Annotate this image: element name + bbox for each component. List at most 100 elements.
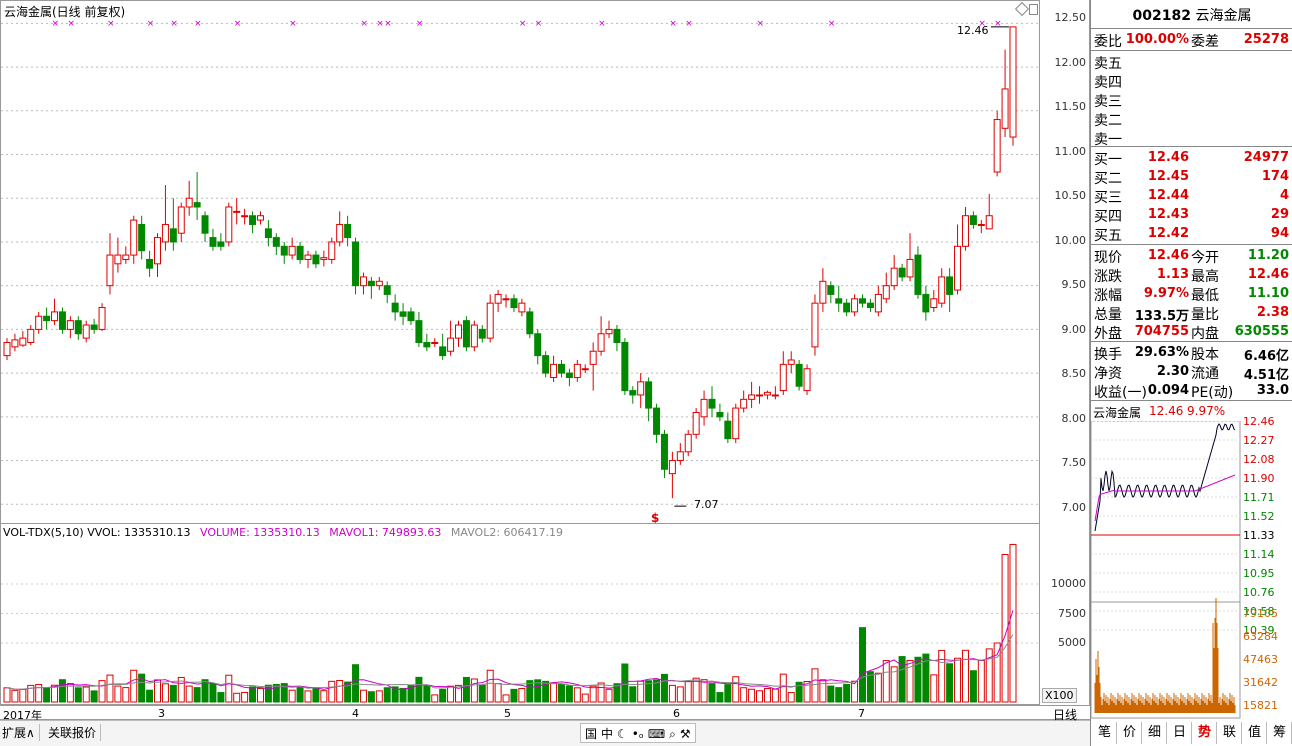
volume-chart[interactable]: VOL-TDX(5,10) VVOL: 1335310.13 VOLUME: 1…: [0, 523, 1040, 705]
candle: [565, 368, 573, 387]
candle: [375, 276, 383, 291]
candle: [977, 220, 985, 234]
candle: [597, 316, 605, 356]
moon-icon[interactable]: ☾: [617, 724, 628, 742]
signal-x-mark: ×: [194, 19, 202, 29]
bid-volume: 4: [1279, 188, 1289, 203]
side-tab-2[interactable]: 细: [1143, 722, 1167, 744]
candle: [51, 298, 59, 326]
volume-bar: [993, 642, 1001, 703]
period-label[interactable]: 日线: [1040, 705, 1090, 722]
volume-bar: [43, 687, 51, 703]
candle: [621, 338, 629, 395]
candle: [645, 377, 653, 422]
candle: [3, 338, 11, 360]
side-tab-1[interactable]: 价: [1118, 722, 1142, 744]
info-row: 净资 2.30 流通 4.51亿: [1091, 362, 1292, 383]
expand-button[interactable]: 扩展∧: [2, 724, 40, 741]
volume-bar: [423, 685, 431, 703]
candle: [82, 320, 90, 343]
candle: [130, 215, 138, 264]
candle: [692, 408, 700, 439]
volume-bars-svg: [1, 543, 1039, 703]
volume-bar: [312, 687, 320, 703]
candle: [732, 403, 740, 444]
side-tab-6[interactable]: 值: [1243, 722, 1267, 744]
candle: [771, 386, 779, 400]
candle: [803, 364, 811, 395]
volume-bar: [573, 687, 581, 703]
volume-bar: [629, 686, 637, 703]
candle: [629, 386, 637, 404]
volume-bar: [930, 674, 938, 703]
zhong-tool-icon[interactable]: 中: [601, 724, 613, 742]
vol-unit-button[interactable]: X100: [1042, 688, 1077, 703]
mini-intraday-chart[interactable]: [1091, 421, 1241, 719]
side-tab-4[interactable]: 势: [1193, 722, 1217, 744]
candle: [470, 320, 478, 352]
volume-bar: [447, 685, 455, 703]
side-tab-3[interactable]: 日: [1168, 722, 1192, 744]
bid-label: 买二: [1094, 171, 1122, 187]
stat-value: 11.10: [1247, 286, 1289, 301]
mini-vol-tick: 63284: [1243, 630, 1278, 643]
candle: [684, 429, 692, 457]
candle: [653, 403, 661, 444]
weibi-value: 100.00%: [1125, 32, 1189, 47]
dots-icon[interactable]: •ₒ: [632, 724, 644, 742]
low-price-label: 7.07: [694, 498, 719, 511]
volume-bar: [858, 627, 866, 703]
ask-label: 卖四: [1094, 75, 1122, 91]
mini-price-tick: 12.27: [1243, 434, 1275, 447]
mini-vol-tick: 79105: [1243, 607, 1278, 620]
volume-bar: [724, 684, 732, 703]
candle: [312, 250, 320, 269]
stat-row: 涨幅 9.97% 最低 11.10: [1091, 284, 1292, 304]
volume-bar: [977, 659, 985, 703]
side-tab-7[interactable]: 筹: [1268, 722, 1292, 744]
mini-price-tick: 12.08: [1243, 453, 1275, 466]
stat-value: 11.20: [1247, 248, 1289, 263]
keyboard-icon[interactable]: ⌨: [648, 724, 665, 742]
candle: [352, 237, 360, 295]
signal-x-mark: ×: [828, 19, 836, 29]
candle: [660, 429, 668, 479]
info-label: 净资: [1094, 366, 1122, 382]
trading-window: 云海金属(日线 前复权) × × × × × × × × × × × × × × × × × × × × × 12.46…: [0, 0, 1292, 746]
guo-tool-icon[interactable]: 国: [585, 724, 597, 742]
candle: [328, 237, 336, 264]
side-tab-0[interactable]: 笔: [1093, 722, 1117, 744]
volume-bar: [470, 678, 478, 703]
price-tick: 11.00: [1054, 145, 1087, 158]
candle: [938, 268, 946, 308]
price-tick: 10.50: [1054, 189, 1087, 202]
search-icon[interactable]: ⌕: [669, 724, 676, 742]
volume-bar: [264, 684, 272, 703]
candle: [819, 268, 827, 312]
candle: [779, 351, 787, 395]
volume-bar: [328, 680, 336, 703]
stock-title: 002182 云海金属: [1091, 5, 1292, 27]
tools-icon[interactable]: ⚒: [680, 724, 691, 742]
info-value: 33.0: [1256, 383, 1289, 398]
mini-axis: 12.46 12.27 12.08 11.90 11.71 11.52 11.33 11.14…: [1241, 415, 1292, 719]
candle: [217, 233, 225, 251]
stat-label: 涨跌: [1094, 269, 1122, 285]
candle: [866, 298, 874, 312]
bid-row: 买二 12.45 174: [1091, 167, 1292, 187]
candle: [146, 250, 154, 277]
candlestick-chart[interactable]: 云海金属(日线 前复权) × × × × × × × × × × × × × × × × × × × × × 12.46…: [0, 0, 1040, 525]
candle: [304, 250, 312, 269]
info-label: 流通: [1191, 366, 1219, 382]
candle: [708, 386, 716, 417]
candle: [423, 333, 431, 352]
volume-bar: [169, 684, 177, 703]
candle: [193, 172, 201, 221]
related-quote-button[interactable]: 关联报价: [48, 724, 102, 741]
candle: [344, 215, 352, 247]
candle: [185, 180, 193, 216]
volume-bar: [938, 649, 946, 703]
candle: [510, 294, 518, 312]
side-tab-5[interactable]: 联: [1218, 722, 1242, 744]
volume-bar: [946, 663, 954, 703]
